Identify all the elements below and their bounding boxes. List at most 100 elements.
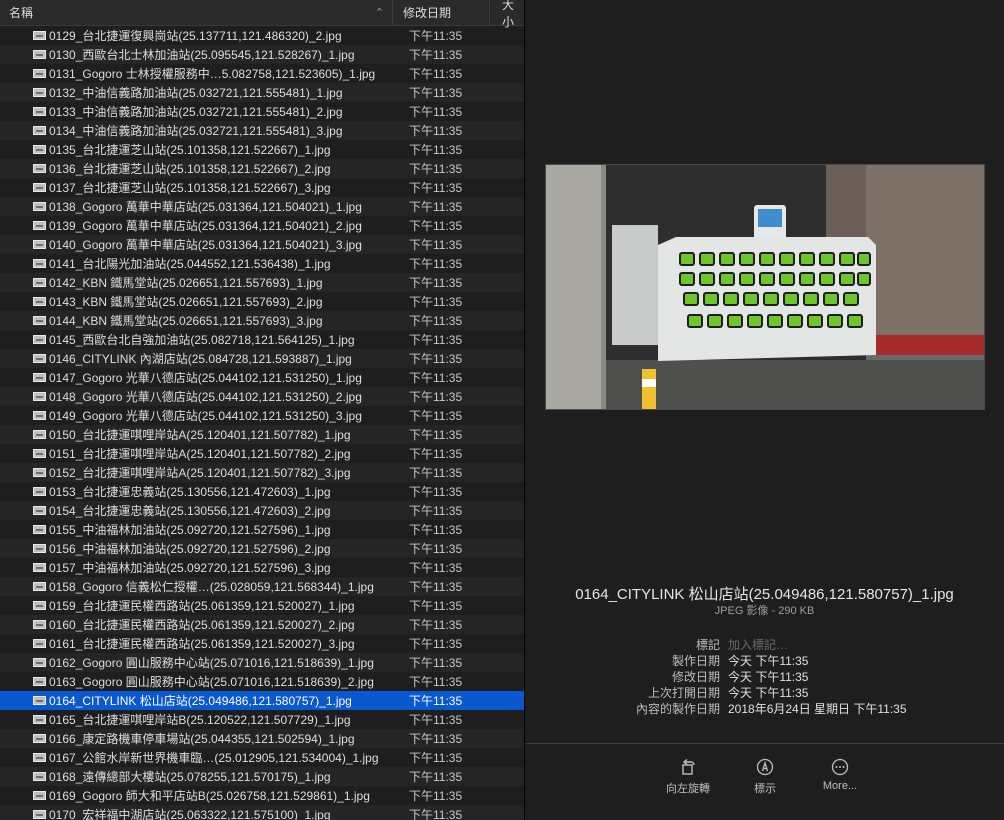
file-row[interactable]: 0129_台北捷運復興崗站(25.137711,121.486320)_2.jp… bbox=[0, 26, 524, 45]
file-name: 0164_CITYLINK 松山店站(25.049486,121.580757)… bbox=[49, 694, 352, 708]
file-row[interactable]: 0147_Gogoro 光華八德店站(25.044102,121.531250)… bbox=[0, 368, 524, 387]
file-row[interactable]: 0153_台北捷運忠義站(25.130556,121.472603)_1.jpg… bbox=[0, 482, 524, 501]
file-row[interactable]: 0157_中油福林加油站(25.092720,121.527596)_3.jpg… bbox=[0, 558, 524, 577]
actions-divider bbox=[525, 743, 1004, 744]
battery-station-photo bbox=[546, 165, 984, 409]
file-row[interactable]: 0156_中油福林加油站(25.092720,121.527596)_2.jpg… bbox=[0, 539, 524, 558]
file-row[interactable]: 0139_Gogoro 萬華中華店站(25.031364,121.504021)… bbox=[0, 216, 524, 235]
markup-button[interactable]: 標示 bbox=[730, 758, 800, 796]
file-row[interactable]: 0155_中油福林加油站(25.092720,121.527596)_1.jpg… bbox=[0, 520, 524, 539]
file-modified-date: 下午11:35 bbox=[409, 675, 463, 689]
file-name: 0134_中油信義路加油站(25.032721,121.555481)_3.jp… bbox=[49, 124, 343, 138]
file-row[interactable]: 0164_CITYLINK 松山店站(25.049486,121.580757)… bbox=[0, 691, 524, 710]
column-header-name[interactable]: 名稱 ⌃ bbox=[0, 0, 393, 25]
file-row[interactable]: 0136_台北捷運芝山站(25.101358,121.522667)_2.jpg… bbox=[0, 159, 524, 178]
file-row[interactable]: 0130_西歐台北士林加油站(25.095545,121.528267)_1.j… bbox=[0, 45, 524, 64]
file-row[interactable]: 0159_台北捷運民權西路站(25.061359,121.520027)_1.j… bbox=[0, 596, 524, 615]
file-modified-date: 下午11:35 bbox=[409, 181, 463, 195]
column-header-size[interactable]: 大小 bbox=[490, 0, 524, 29]
add-tags-field[interactable]: 加入標記… bbox=[728, 636, 788, 653]
file-name: 0131_Gogoro 士林授權服務中…5.082758,121.523605)… bbox=[49, 67, 376, 81]
file-row[interactable]: 0151_台北捷運唭哩岸站A(25.120401,121.507782)_2.j… bbox=[0, 444, 524, 463]
file-name: 0155_中油福林加油站(25.092720,121.527596)_1.jpg bbox=[49, 523, 331, 537]
jpeg-file-icon bbox=[33, 544, 46, 553]
file-row[interactable]: 0145_西歐台北自強加油站(25.082718,121.564125)_1.j… bbox=[0, 330, 524, 349]
file-name: 0138_Gogoro 萬華中華店站(25.031364,121.504021)… bbox=[49, 200, 362, 214]
file-row[interactable]: 0148_Gogoro 光華八德店站(25.044102,121.531250)… bbox=[0, 387, 524, 406]
jpeg-file-icon bbox=[33, 335, 46, 344]
file-row[interactable]: 0132_中油信義路加油站(25.032721,121.555481)_1.jp… bbox=[0, 83, 524, 102]
metadata-row: 上次打開日期 今天 下午11:35 bbox=[525, 684, 1004, 700]
jpeg-file-icon bbox=[33, 316, 46, 325]
file-row[interactable]: 0134_中油信義路加油站(25.032721,121.555481)_3.jp… bbox=[0, 121, 524, 140]
file-name: 0136_台北捷運芝山站(25.101358,121.522667)_2.jpg bbox=[49, 162, 331, 176]
file-modified-date: 下午11:35 bbox=[409, 428, 463, 442]
jpeg-file-icon bbox=[33, 354, 46, 363]
column-header-name-label: 名稱 bbox=[9, 6, 34, 20]
file-name: 0148_Gogoro 光華八德店站(25.044102,121.531250)… bbox=[49, 390, 362, 404]
jpeg-file-icon bbox=[33, 69, 46, 78]
file-row[interactable]: 0149_Gogoro 光華八德店站(25.044102,121.531250)… bbox=[0, 406, 524, 425]
file-row[interactable]: 0166_康定路機車停車場站(25.044355,121.502594)_1.j… bbox=[0, 729, 524, 748]
file-row[interactable]: 0163_Gogoro 圓山服務中心站(25.071016,121.518639… bbox=[0, 672, 524, 691]
file-row[interactable]: 0154_台北捷運忠義站(25.130556,121.472603)_2.jpg… bbox=[0, 501, 524, 520]
file-row[interactable]: 0144_KBN 鐵馬堂站(25.026651,121.557693)_3.jp… bbox=[0, 311, 524, 330]
file-row[interactable]: 0170_宏祥福中湖店站(25.063322,121.575100)_1.jpg… bbox=[0, 805, 524, 820]
markup-label: 標示 bbox=[754, 783, 776, 795]
file-name: 0151_台北捷運唭哩岸站A(25.120401,121.507782)_2.j… bbox=[49, 447, 351, 461]
file-name: 0168_遠傳總部大樓站(25.078255,121.570175)_1.jpg bbox=[49, 770, 331, 784]
file-name: 0167_公館水岸新世界機車臨…(25.012905,121.534004)_1… bbox=[49, 751, 379, 765]
file-modified-date: 下午11:35 bbox=[409, 770, 463, 784]
file-row[interactable]: 0168_遠傳總部大樓站(25.078255,121.570175)_1.jpg… bbox=[0, 767, 524, 786]
file-row[interactable]: 0160_台北捷運民權西路站(25.061359,121.520027)_2.j… bbox=[0, 615, 524, 634]
file-name: 0140_Gogoro 萬華中華店站(25.031364,121.504021)… bbox=[49, 238, 362, 252]
file-row[interactable]: 0131_Gogoro 士林授權服務中…5.082758,121.523605)… bbox=[0, 64, 524, 83]
column-header-date[interactable]: 修改日期 bbox=[393, 0, 490, 25]
file-modified-date: 下午11:35 bbox=[409, 143, 463, 157]
file-modified-date: 下午11:35 bbox=[409, 618, 463, 632]
file-name: 0135_台北捷運芝山站(25.101358,121.522667)_1.jpg bbox=[49, 143, 331, 157]
preview-pane: 0164_CITYLINK 松山店站(25.049486,121.580757)… bbox=[525, 0, 1004, 820]
file-row[interactable]: 0167_公館水岸新世界機車臨…(25.012905,121.534004)_1… bbox=[0, 748, 524, 767]
file-modified-date: 下午11:35 bbox=[409, 542, 463, 556]
file-name: 0141_台北陽光加油站(25.044552,121.536438)_1.jpg bbox=[49, 257, 331, 271]
file-row[interactable]: 0161_台北捷運民權西路站(25.061359,121.520027)_3.j… bbox=[0, 634, 524, 653]
metadata-row: 內容的製作日期 2018年6月24日 星期日 下午11:35 bbox=[525, 700, 1004, 716]
file-name: 0169_Gogoro 師大和平店站B(25.026758,121.529861… bbox=[49, 789, 370, 803]
file-row[interactable]: 0165_台北捷運唭哩岸站B(25.120522,121.507729)_1.j… bbox=[0, 710, 524, 729]
jpeg-file-icon bbox=[33, 658, 46, 667]
file-row[interactable]: 0133_中油信義路加油站(25.032721,121.555481)_2.jp… bbox=[0, 102, 524, 121]
file-row[interactable]: 0137_台北捷運芝山站(25.101358,121.522667)_3.jpg… bbox=[0, 178, 524, 197]
file-row[interactable]: 0162_Gogoro 圓山服務中心站(25.071016,121.518639… bbox=[0, 653, 524, 672]
jpeg-file-icon bbox=[33, 734, 46, 743]
file-modified-date: 下午11:35 bbox=[409, 219, 463, 233]
file-list: 0129_台北捷運復興崗站(25.137711,121.486320)_2.jp… bbox=[0, 26, 524, 820]
rotate-left-button[interactable]: 向左旋轉 bbox=[653, 758, 723, 796]
file-row[interactable]: 0143_KBN 鐵馬堂站(25.026651,121.557693)_2.jp… bbox=[0, 292, 524, 311]
metadata-value: 今天 下午11:35 bbox=[728, 653, 809, 668]
file-row[interactable]: 0140_Gogoro 萬華中華店站(25.031364,121.504021)… bbox=[0, 235, 524, 254]
file-row[interactable]: 0141_台北陽光加油站(25.044552,121.536438)_1.jpg… bbox=[0, 254, 524, 273]
file-row[interactable]: 0142_KBN 鐵馬堂站(25.026651,121.557693)_1.jp… bbox=[0, 273, 524, 292]
jpeg-file-icon bbox=[33, 297, 46, 306]
file-row[interactable]: 0152_台北捷運唭哩岸站A(25.120401,121.507782)_3.j… bbox=[0, 463, 524, 482]
jpeg-file-icon bbox=[33, 696, 46, 705]
more-button[interactable]: More... bbox=[805, 758, 875, 792]
file-row[interactable]: 0135_台北捷運芝山站(25.101358,121.522667)_1.jpg… bbox=[0, 140, 524, 159]
file-row[interactable]: 0138_Gogoro 萬華中華店站(25.031364,121.504021)… bbox=[0, 197, 524, 216]
file-modified-date: 下午11:35 bbox=[409, 67, 463, 81]
file-name: 0170_宏祥福中湖店站(25.063322,121.575100)_1.jpg bbox=[49, 808, 331, 820]
jpeg-file-icon bbox=[33, 392, 46, 401]
jpeg-file-icon bbox=[33, 810, 46, 819]
file-row[interactable]: 0150_台北捷運唭哩岸站A(25.120401,121.507782)_1.j… bbox=[0, 425, 524, 444]
file-row[interactable]: 0146_CITYLINK 內湖店站(25.084728,121.593887)… bbox=[0, 349, 524, 368]
jpeg-file-icon bbox=[33, 487, 46, 496]
metadata-value: 今天 下午11:35 bbox=[728, 685, 809, 700]
jpeg-file-icon bbox=[33, 715, 46, 724]
file-modified-date: 下午11:35 bbox=[409, 713, 463, 727]
file-row[interactable]: 0169_Gogoro 師大和平店站B(25.026758,121.529861… bbox=[0, 786, 524, 805]
jpeg-file-icon bbox=[33, 259, 46, 268]
file-modified-date: 下午11:35 bbox=[409, 86, 463, 100]
file-modified-date: 下午11:35 bbox=[409, 485, 463, 499]
file-row[interactable]: 0158_Gogoro 信義松仁授權…(25.028059,121.568344… bbox=[0, 577, 524, 596]
